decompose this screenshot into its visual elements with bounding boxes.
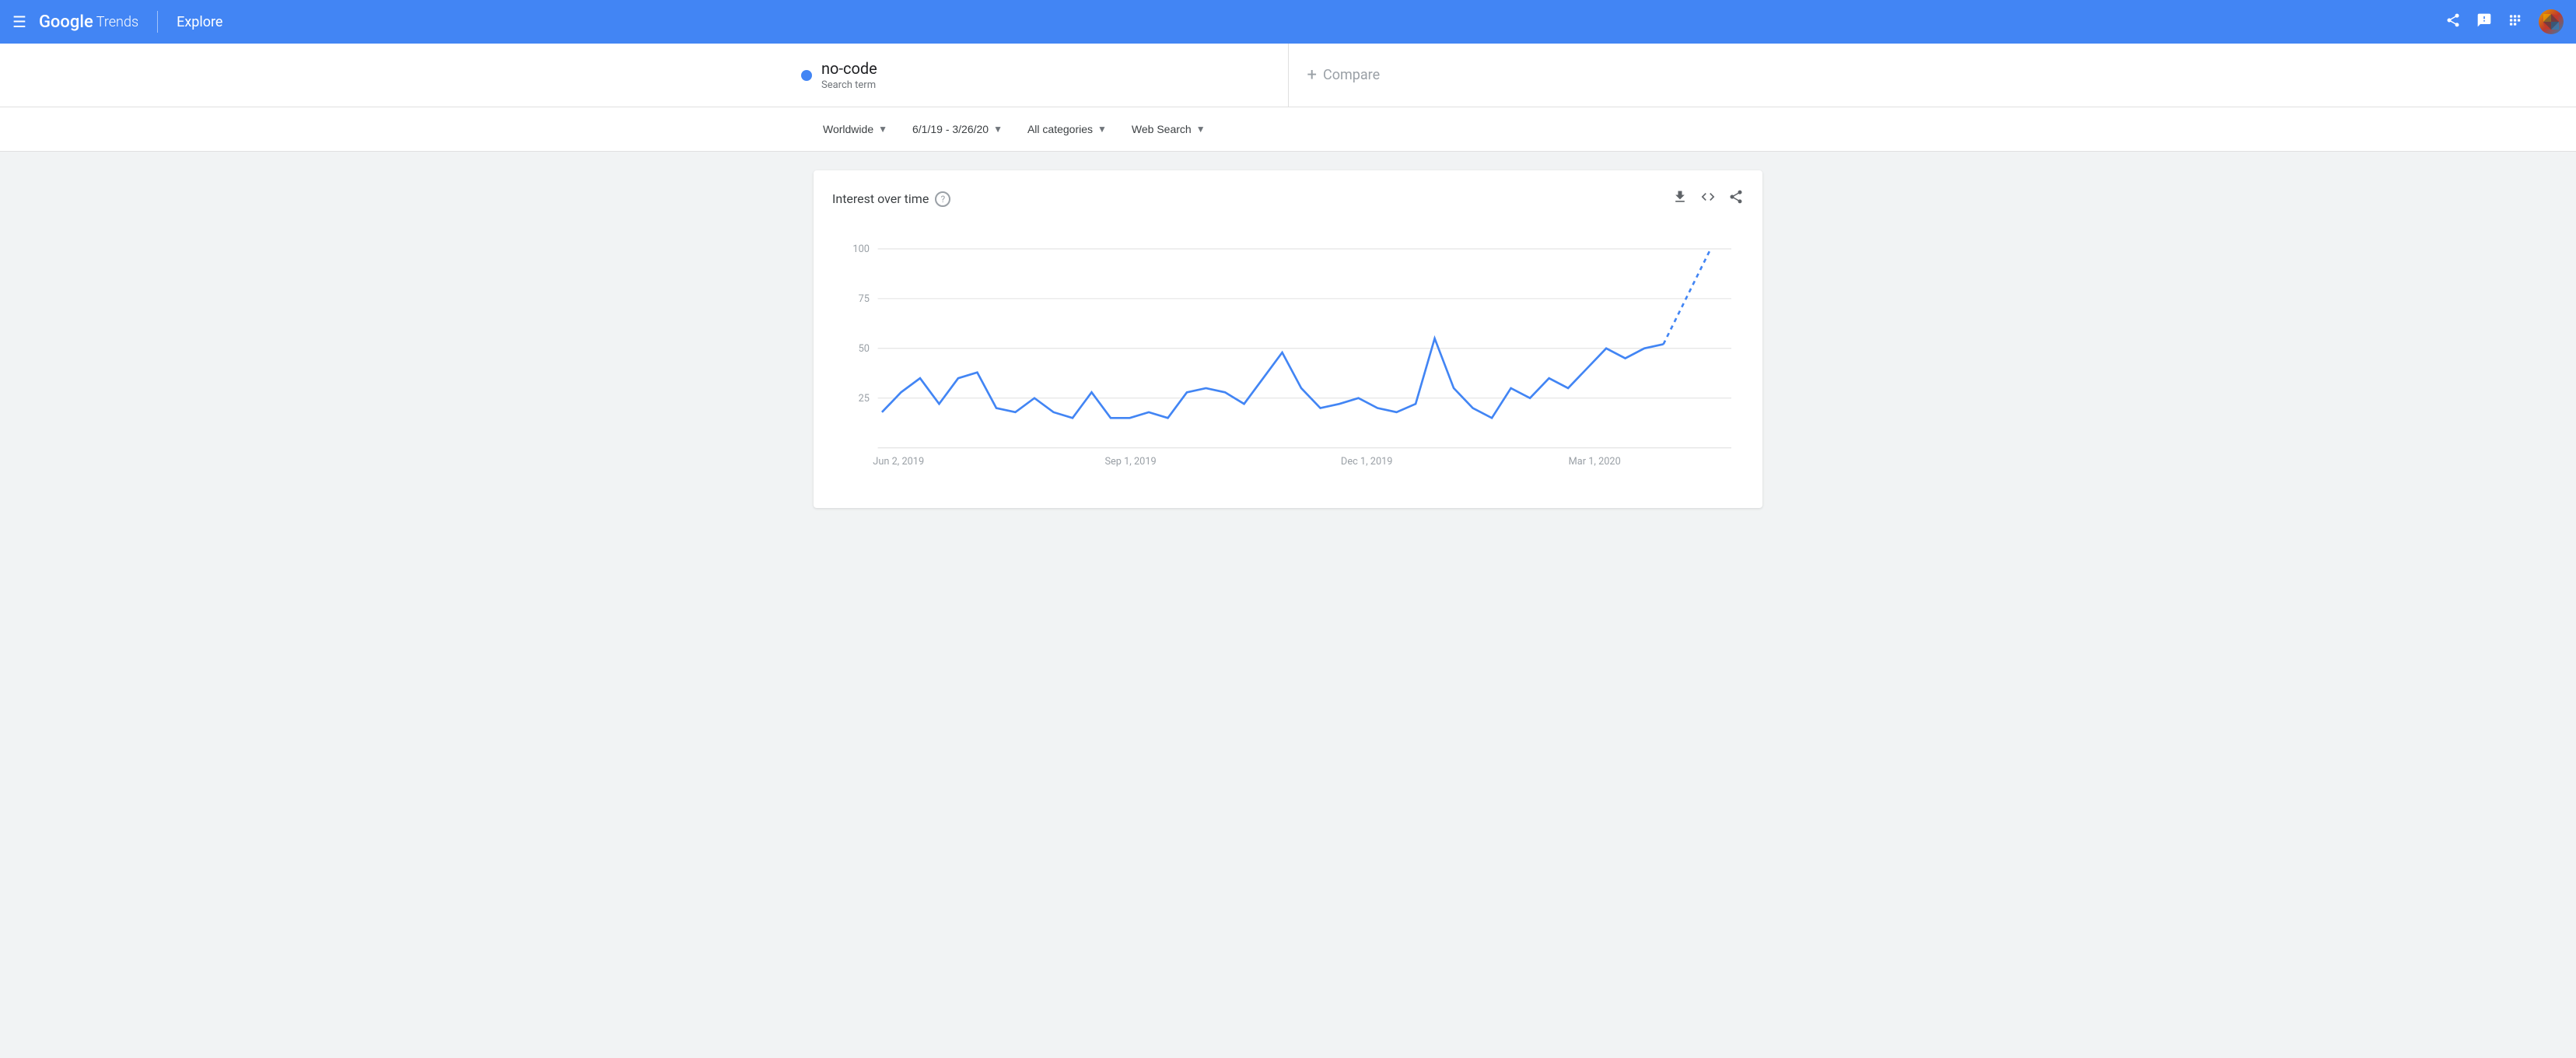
search-term-text: no-code [821, 59, 877, 78]
search-row: no-code Search term + Compare [782, 44, 1794, 107]
search-term-box[interactable]: no-code Search term [782, 44, 1289, 107]
compare-text: Compare [1323, 67, 1380, 83]
header-divider [157, 11, 158, 33]
header-logo: Google Trends [39, 12, 138, 32]
filters-row: Worldwide ▼ 6/1/19 - 3/26/20 ▼ All categ… [782, 117, 1794, 142]
share-chart-icon[interactable] [1728, 189, 1744, 208]
x-label-sep: Sep 1, 2019 [1104, 456, 1156, 468]
y-label-25: 25 [859, 393, 870, 405]
chart-trend-line [882, 338, 1664, 418]
menu-icon[interactable]: ☰ [12, 12, 26, 31]
user-avatar[interactable] [2539, 9, 2564, 34]
embed-icon[interactable] [1700, 189, 1716, 208]
chart-card: Interest over time ? [814, 170, 1762, 508]
feedback-icon[interactable] [2476, 12, 2492, 32]
search-area: no-code Search term + Compare [0, 44, 2576, 107]
chart-actions [1672, 189, 1744, 208]
category-filter[interactable]: All categories ▼ [1018, 117, 1116, 142]
x-label-jun: Jun 2, 2019 [873, 456, 924, 468]
search-term-label: Search term [821, 79, 877, 91]
interest-over-time-chart: 100 75 50 25 Jun 2, 2019 Sep 1, 2019 Dec… [832, 224, 1744, 489]
location-filter[interactable]: Worldwide ▼ [814, 117, 897, 142]
header-actions [2445, 9, 2564, 34]
apps-icon[interactable] [2508, 12, 2523, 32]
share-icon[interactable] [2445, 12, 2461, 32]
y-label-75: 75 [859, 293, 870, 305]
google-wordmark: Google [39, 12, 93, 32]
app-header: ☰ Google Trends Explore [0, 0, 2576, 44]
compare-plus-icon: + [1307, 65, 1317, 85]
location-filter-label: Worldwide [823, 123, 873, 135]
filters-area: Worldwide ▼ 6/1/19 - 3/26/20 ▼ All categ… [0, 107, 2576, 152]
main-content: Interest over time ? [782, 170, 1794, 508]
location-chevron-icon: ▼ [878, 124, 887, 135]
help-icon[interactable]: ? [935, 191, 950, 207]
compare-box[interactable]: + Compare [1289, 44, 1794, 107]
y-label-100: 100 [852, 243, 870, 255]
chart-container: 100 75 50 25 Jun 2, 2019 Sep 1, 2019 Dec… [832, 224, 1744, 489]
x-label-mar: Mar 1, 2020 [1569, 456, 1621, 468]
trends-wordmark: Trends [96, 14, 138, 30]
search-term-info: no-code Search term [821, 59, 877, 91]
x-label-dec: Dec 1, 2019 [1341, 456, 1393, 468]
download-icon[interactable] [1672, 189, 1688, 208]
chart-header: Interest over time ? [832, 189, 1744, 208]
category-filter-label: All categories [1027, 123, 1093, 135]
chart-title: Interest over time [832, 191, 929, 206]
explore-label: Explore [177, 14, 222, 30]
search-type-filter[interactable]: Web Search ▼ [1122, 117, 1215, 142]
date-filter[interactable]: 6/1/19 - 3/26/20 ▼ [903, 117, 1012, 142]
chart-projection-line [1664, 249, 1711, 345]
date-filter-label: 6/1/19 - 3/26/20 [912, 123, 989, 135]
search-type-chevron-icon: ▼ [1196, 124, 1206, 135]
y-label-50: 50 [859, 343, 870, 355]
category-chevron-icon: ▼ [1097, 124, 1107, 135]
date-chevron-icon: ▼ [993, 124, 1003, 135]
search-term-indicator [801, 70, 812, 81]
chart-title-area: Interest over time ? [832, 191, 950, 207]
search-type-filter-label: Web Search [1132, 123, 1192, 135]
